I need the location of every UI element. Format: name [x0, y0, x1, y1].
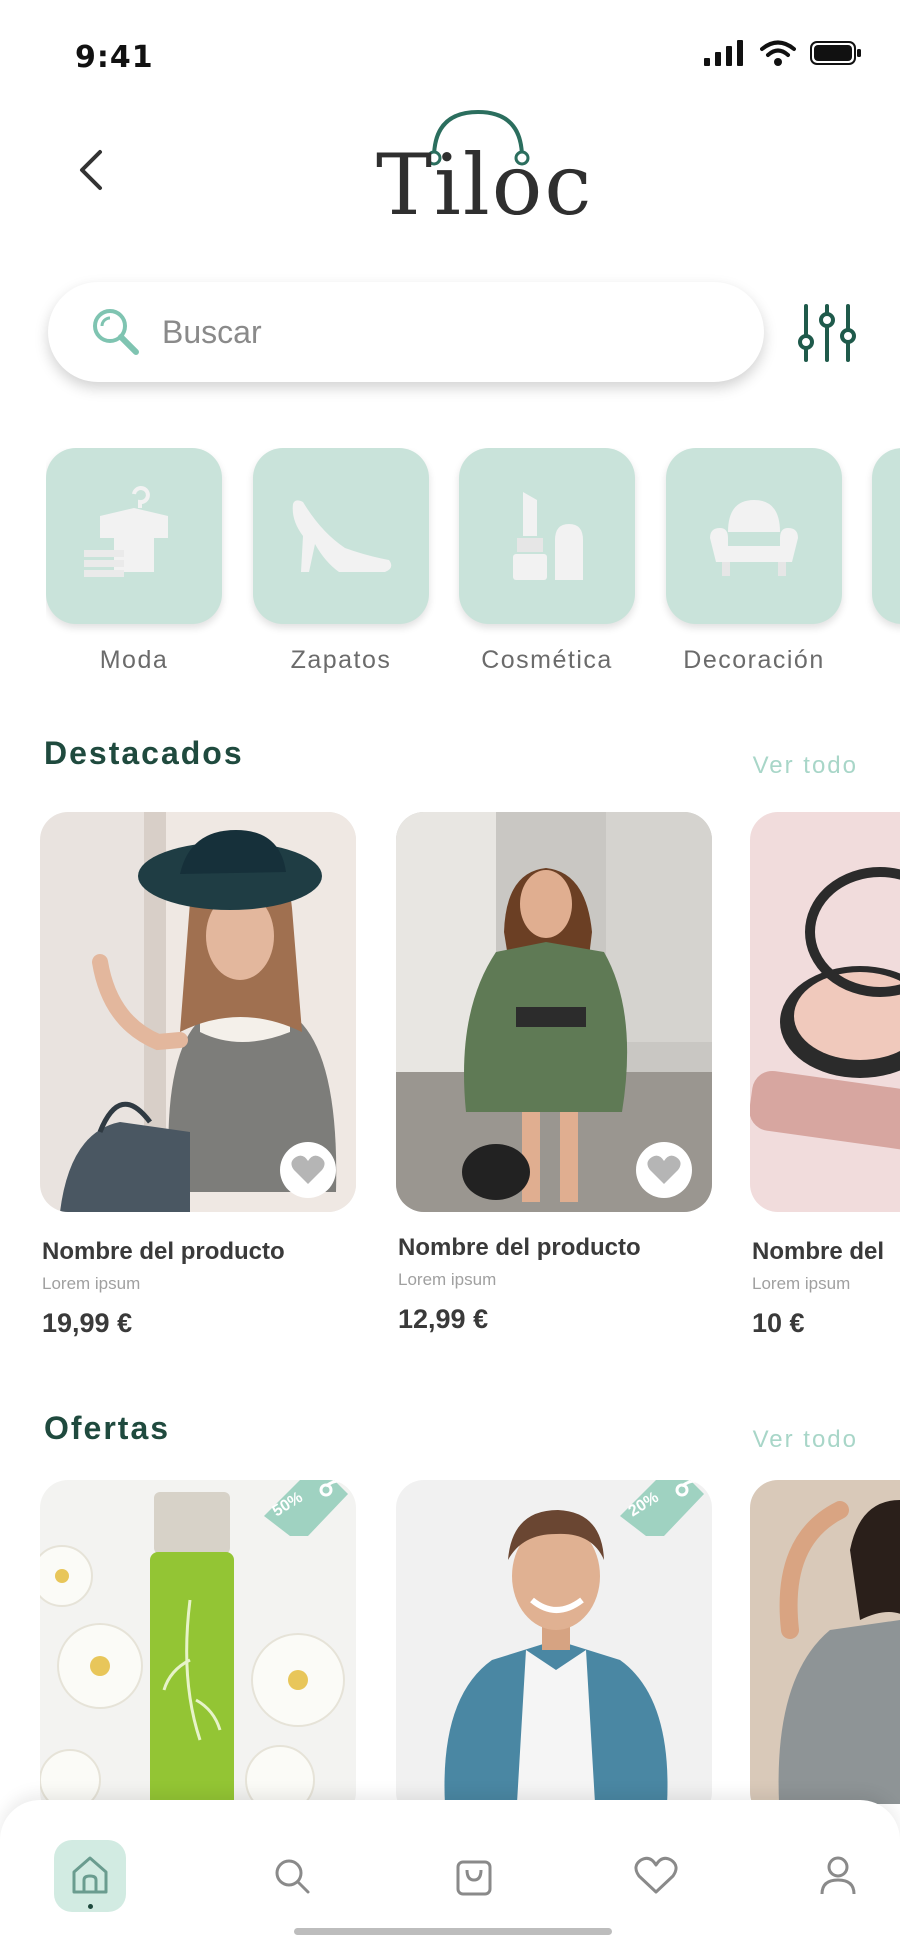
search-row: Buscar: [48, 282, 868, 386]
search-placeholder: Buscar: [162, 313, 262, 350]
nav-profile[interactable]: [802, 1840, 874, 1912]
category-zapatos[interactable]: Zapatos: [253, 448, 429, 688]
product-name: Nombre del producto: [42, 1238, 285, 1265]
product-price: 12,99 €: [398, 1304, 489, 1334]
favorite-button[interactable]: [280, 1142, 336, 1198]
active-indicator-dot: [88, 1904, 93, 1909]
offers-see-all-link[interactable]: Ver todo: [753, 1426, 858, 1454]
logo-text: Tiloc: [376, 136, 594, 234]
product-card[interactable]: Nombre del Lorem ipsum 10 €: [750, 806, 900, 1366]
logo: Tiloc: [370, 102, 594, 234]
home-indicator: [294, 1928, 612, 1935]
favorite-button[interactable]: [636, 1142, 692, 1198]
battery-icon: [810, 41, 861, 65]
category-label: Decoración: [683, 646, 825, 674]
featured-product-list: Nombre del producto Lorem ipsum 19,99 €: [0, 806, 900, 1366]
heart-icon: [634, 1856, 678, 1894]
header: Tiloc: [0, 100, 900, 240]
category-tile: [253, 448, 429, 624]
category-moda[interactable]: Moda: [46, 448, 222, 688]
heart-icon: [291, 1155, 325, 1184]
product-price: 19,99 €: [42, 1308, 133, 1338]
wifi-icon: [760, 40, 796, 66]
home-icon: [72, 1856, 108, 1894]
lipstick-icon: [513, 492, 583, 580]
signal-icon: [704, 40, 743, 66]
featured-see-all-link[interactable]: Ver todo: [753, 752, 858, 780]
status-time: 9:41: [75, 40, 154, 75]
heart-icon: [647, 1155, 681, 1184]
search-icon: [93, 309, 139, 355]
high-heel-icon: [292, 500, 392, 572]
shopping-bag-icon: [456, 1860, 492, 1896]
nav-cart[interactable]: [438, 1840, 510, 1912]
chevron-left-icon: [80, 150, 102, 190]
armchair-icon: [710, 500, 798, 576]
status-bar: 9:41: [0, 0, 900, 100]
nav-home[interactable]: [54, 1840, 126, 1912]
product-subtitle: Lorem ipsum: [398, 1270, 497, 1289]
product-subtitle: Lorem ipsum: [752, 1274, 851, 1293]
category-tile: [459, 448, 635, 624]
offer-photo-woman-grey-sweater: [750, 1480, 900, 1804]
nav-search[interactable]: [256, 1840, 328, 1912]
product-image: [750, 812, 900, 1212]
clothes-hanger-icon: [84, 486, 168, 577]
bottom-navigation: [0, 1800, 900, 1953]
filter-button[interactable]: [794, 300, 860, 366]
product-image: [396, 812, 712, 1212]
category-tile: [666, 448, 842, 624]
category-tile: [46, 448, 222, 624]
category-tile: [872, 448, 900, 624]
offer-card[interactable]: [750, 1480, 900, 1804]
product-card[interactable]: Nombre del producto Lorem ipsum 12,99 €: [396, 806, 712, 1366]
category-list: Moda Zapatos Cosmética Decoración: [46, 448, 900, 688]
product-image: [40, 812, 356, 1212]
back-button[interactable]: [70, 142, 110, 198]
featured-title: Destacados: [44, 735, 244, 771]
offer-card[interactable]: 50%: [40, 1480, 356, 1804]
status-icons: [704, 40, 862, 66]
category-label: Moda: [99, 646, 169, 674]
product-name: Nombre del: [752, 1238, 885, 1265]
product-subtitle: Lorem ipsum: [42, 1274, 141, 1293]
category-label: Cosmética: [481, 646, 613, 674]
category-cosmetica[interactable]: Cosmética: [459, 448, 635, 688]
product-photo-compact-powder: [750, 812, 900, 1212]
sliders-icon: [798, 304, 856, 362]
offers-title: Ofertas: [44, 1410, 171, 1446]
category-label: Zapatos: [290, 646, 392, 674]
offers-list: 50% 20%: [0, 1474, 900, 1804]
search-input[interactable]: Buscar: [48, 282, 764, 382]
offer-card[interactable]: 20%: [396, 1480, 712, 1804]
user-icon: [820, 1856, 856, 1895]
product-price: 10 €: [752, 1308, 805, 1338]
product-name: Nombre del producto: [398, 1234, 641, 1261]
search-icon: [275, 1859, 310, 1894]
category-decoracion[interactable]: Decoración: [666, 448, 842, 688]
nav-favorites[interactable]: [620, 1840, 692, 1912]
category-next[interactable]: [872, 448, 900, 688]
product-card[interactable]: Nombre del producto Lorem ipsum 19,99 €: [40, 806, 356, 1366]
